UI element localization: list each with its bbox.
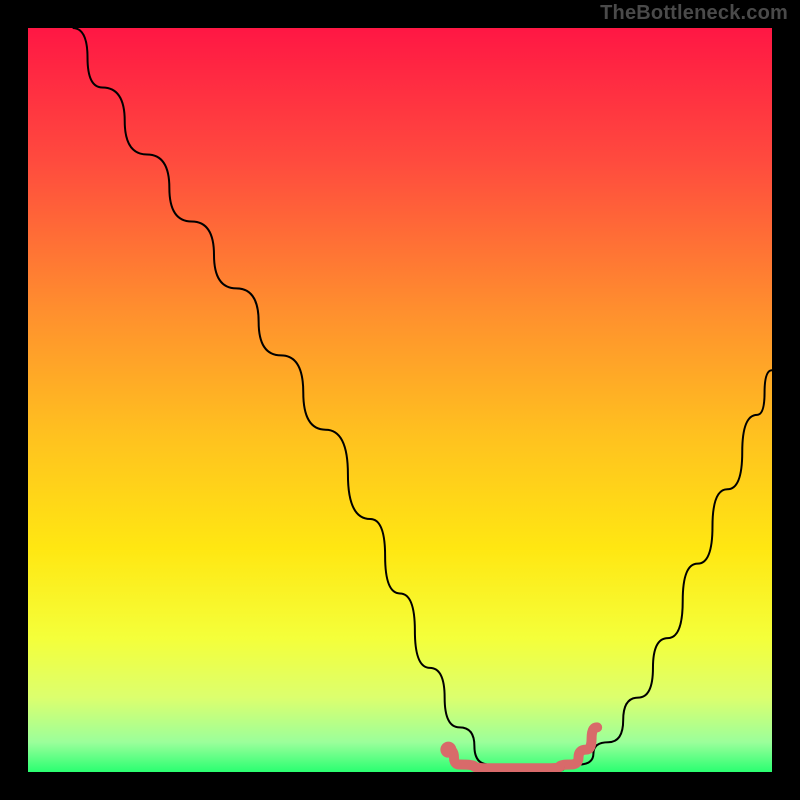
chart-frame: TheBottleneck.com xyxy=(0,0,800,800)
optimal-marker xyxy=(440,742,456,758)
plot-area xyxy=(28,28,772,772)
chart-background xyxy=(28,28,772,772)
watermark-label: TheBottleneck.com xyxy=(600,2,788,25)
chart-svg xyxy=(28,28,772,772)
